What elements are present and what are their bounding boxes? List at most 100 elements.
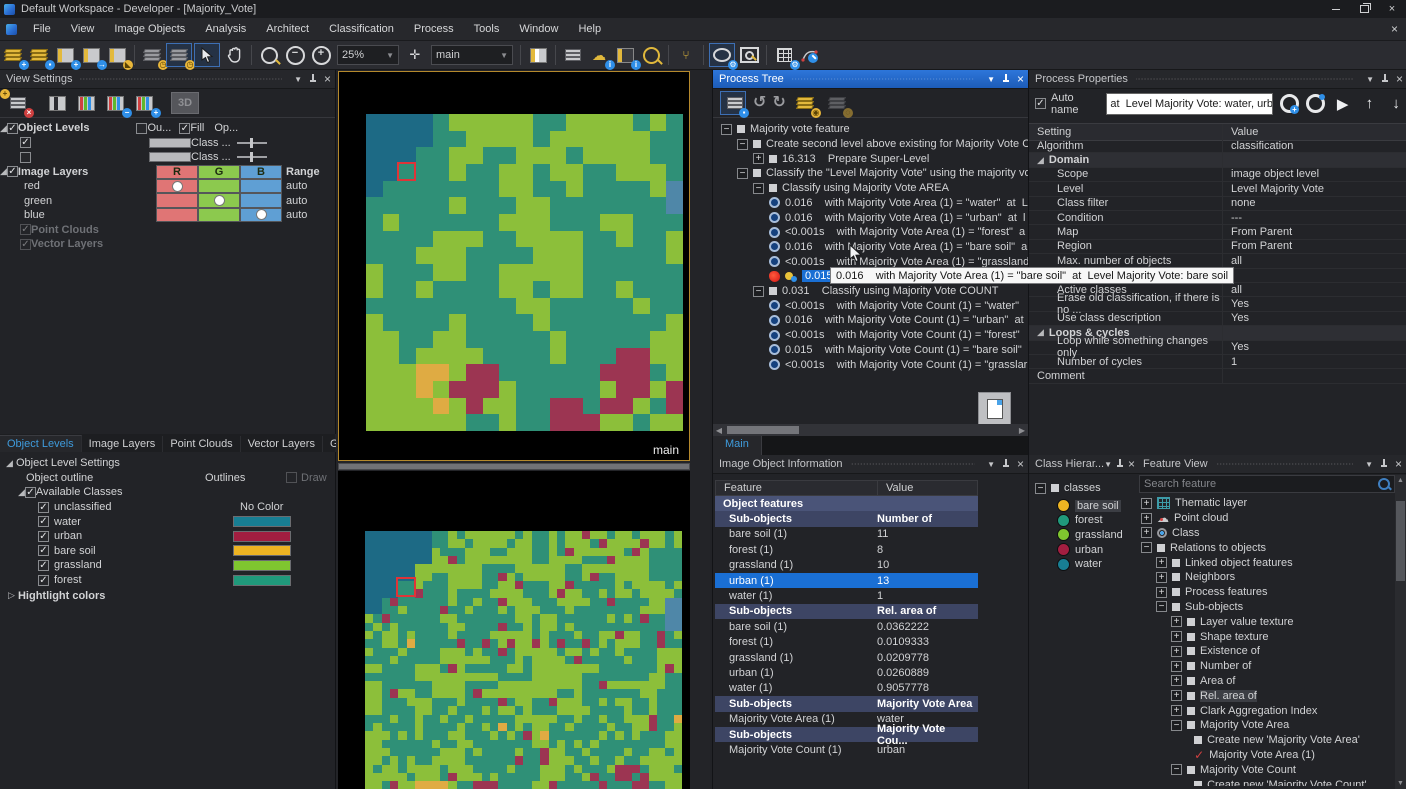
expand-icon[interactable]: + xyxy=(1171,616,1182,627)
matrix-cell[interactable] xyxy=(156,193,198,207)
auto-name-checkbox[interactable]: ✓ xyxy=(1035,98,1046,109)
expanded-triangle-icon[interactable]: ◢ xyxy=(6,458,13,469)
vector-edit-icon[interactable] xyxy=(798,44,822,66)
menu-item-tools[interactable]: Tools xyxy=(464,18,510,40)
ioi-row[interactable]: Sub-objectsMajority Vote Area xyxy=(715,696,978,711)
matrix-cell[interactable] xyxy=(198,179,240,193)
class-root-row[interactable]: −classes xyxy=(1035,482,1101,494)
feature-view-item[interactable]: Create new 'Majority Vote Count' xyxy=(1186,777,1367,786)
feature-view-item[interactable]: +Rel. area of xyxy=(1171,688,1257,703)
add-view-icon[interactable]: + xyxy=(131,92,157,114)
execute-icon[interactable]: ▶ xyxy=(1332,92,1354,115)
process-tree-item[interactable]: <0.001s with Majority Vote Area (1) = "f… xyxy=(769,225,1025,240)
panel-menu-icon[interactable]: ▼ xyxy=(294,75,302,84)
fill-checkbox[interactable]: ✓ xyxy=(179,123,190,134)
tree-row[interactable]: ✓grassland xyxy=(0,558,336,573)
menu-item-architect[interactable]: Architect xyxy=(256,18,319,40)
magnifier-window-icon[interactable] xyxy=(737,44,761,66)
class-item[interactable]: forest xyxy=(1057,514,1103,527)
process-tree-item[interactable]: 0.016 with Majority Vote Area (1) = "wat… xyxy=(769,196,1028,211)
opacity-slider[interactable] xyxy=(237,138,267,148)
tree-row[interactable]: ▷ Hightlight colors xyxy=(0,588,336,603)
panel-menu-icon[interactable]: ▼ xyxy=(987,75,995,84)
process-tree-item[interactable]: −Classify using Majority Vote AREA xyxy=(753,181,949,196)
scroll-down-icon[interactable]: ▼ xyxy=(1395,780,1406,787)
feature-view-item[interactable]: +☁Point cloud xyxy=(1141,511,1228,526)
save-ruleset-icon[interactable]: ▪ xyxy=(720,91,746,115)
layer-mixing-icon[interactable]: ◷ xyxy=(166,43,192,67)
matrix-cell[interactable] xyxy=(156,179,198,193)
map-view-top[interactable]: main xyxy=(338,71,690,461)
eye-settings-icon[interactable]: ⚙ xyxy=(709,43,735,67)
panel-menu-icon[interactable]: ▼ xyxy=(1366,75,1374,84)
tree-row[interactable]: ✓urban xyxy=(0,529,336,544)
tree-row[interactable]: ✓forest xyxy=(0,573,336,588)
restore-button[interactable] xyxy=(1350,0,1378,18)
expand-icon[interactable]: + xyxy=(753,153,764,164)
tree-row[interactable]: ✓Class ... xyxy=(0,136,355,150)
matrix-cell[interactable] xyxy=(198,193,240,207)
zoom-level-select[interactable]: 25%▼ xyxy=(337,45,399,65)
column-header-value[interactable]: Value xyxy=(878,481,913,495)
close-panel-icon[interactable]: × xyxy=(324,74,331,84)
pp-row[interactable]: Algorithmclassification xyxy=(1029,139,1406,153)
layer-assignment-dot[interactable] xyxy=(256,209,267,220)
class-checkbox[interactable]: ✓ xyxy=(38,545,49,556)
class-color-swatch[interactable] xyxy=(233,545,291,556)
matrix-cell[interactable] xyxy=(240,193,282,207)
expanded-triangle-icon[interactable]: ◢ xyxy=(1037,327,1044,338)
column-header-setting[interactable]: Setting xyxy=(1029,124,1223,140)
pin-icon[interactable] xyxy=(1380,459,1388,469)
collapse-icon[interactable]: − xyxy=(737,168,748,179)
checkbox[interactable]: ✓ xyxy=(7,123,18,134)
class-checkbox[interactable]: ✓ xyxy=(38,575,49,586)
scroll-left-icon[interactable]: ◀ xyxy=(713,426,725,435)
tree-row[interactable]: ✓bare soil xyxy=(0,544,336,559)
close-button[interactable]: × xyxy=(1378,0,1406,18)
class-item[interactable]: bare soil xyxy=(1057,499,1121,512)
pp-row[interactable]: Loop while something changes onlyYes xyxy=(1029,341,1406,355)
panel-menu-icon[interactable]: ▼ xyxy=(1104,460,1112,469)
process-tree-item[interactable]: −Majority vote feature xyxy=(721,122,850,137)
tree-row[interactable]: ✓unclassifiedNo Color xyxy=(0,500,336,515)
tab-vector-layers[interactable]: Vector Layers xyxy=(241,436,323,452)
expanded-triangle-icon[interactable]: ◢ xyxy=(0,166,7,177)
process-tree-item[interactable]: 0.016 with Majority Vote Area (1) = "bar… xyxy=(769,240,1027,255)
collapse-icon[interactable]: − xyxy=(1141,542,1152,553)
class-item[interactable]: water xyxy=(1057,558,1102,571)
class-checkbox[interactable]: ✓ xyxy=(38,560,49,571)
feature-view-item[interactable]: +Clark Aggregation Index xyxy=(1171,703,1317,718)
outline-checkbox[interactable] xyxy=(136,123,147,134)
layers-history-icon[interactable]: ◷ xyxy=(140,44,164,66)
process-tree-item[interactable]: −Classify the "Level Majority Vote" usin… xyxy=(737,166,1028,181)
process-tree-item[interactable]: +16.313 Prepare Super-Level xyxy=(753,151,929,166)
minimize-button[interactable] xyxy=(1322,0,1350,18)
feature-view-item[interactable]: +Area of xyxy=(1171,674,1235,689)
close-panel-icon[interactable]: × xyxy=(1017,74,1024,84)
tab-point-clouds[interactable]: Point Clouds xyxy=(163,436,240,452)
class-checkbox[interactable]: ✓ xyxy=(38,516,49,527)
tree-row[interactable]: Class ... xyxy=(0,150,355,164)
move-down-icon[interactable]: ↓ xyxy=(1385,92,1406,115)
expand-icon[interactable]: + xyxy=(1171,631,1182,642)
run-stack-icon[interactable]: ◉ xyxy=(793,92,817,114)
ioi-row[interactable]: Sub-objectsMajority Vote Cou... xyxy=(715,727,978,742)
tree-row[interactable]: blueauto xyxy=(0,208,359,222)
expand-icon[interactable]: + xyxy=(1141,527,1152,538)
expand-icon[interactable]: + xyxy=(1171,675,1182,686)
pp-row[interactable]: Number of cycles1 xyxy=(1029,355,1406,369)
expand-icon[interactable]: + xyxy=(1156,572,1167,583)
matrix-cell[interactable] xyxy=(156,208,198,222)
pp-row[interactable]: Condition--- xyxy=(1029,211,1406,225)
horizontal-scrollbar[interactable]: ◀ ▶ xyxy=(713,424,1028,436)
menu-item-help[interactable]: Help xyxy=(568,18,611,40)
menu-item-view[interactable]: View xyxy=(61,18,105,40)
expand-icon[interactable]: + xyxy=(1141,498,1152,509)
menu-item-classification[interactable]: Classification xyxy=(319,18,404,40)
panel-menu-icon[interactable]: ▼ xyxy=(987,460,995,469)
ioi-row[interactable]: Object features xyxy=(715,496,978,511)
expand-icon[interactable]: + xyxy=(1156,557,1167,568)
redo-icon[interactable]: ↻ xyxy=(772,95,785,111)
pp-row[interactable]: Use class descriptionYes xyxy=(1029,312,1406,326)
undo-icon[interactable]: ↺ xyxy=(753,95,766,111)
